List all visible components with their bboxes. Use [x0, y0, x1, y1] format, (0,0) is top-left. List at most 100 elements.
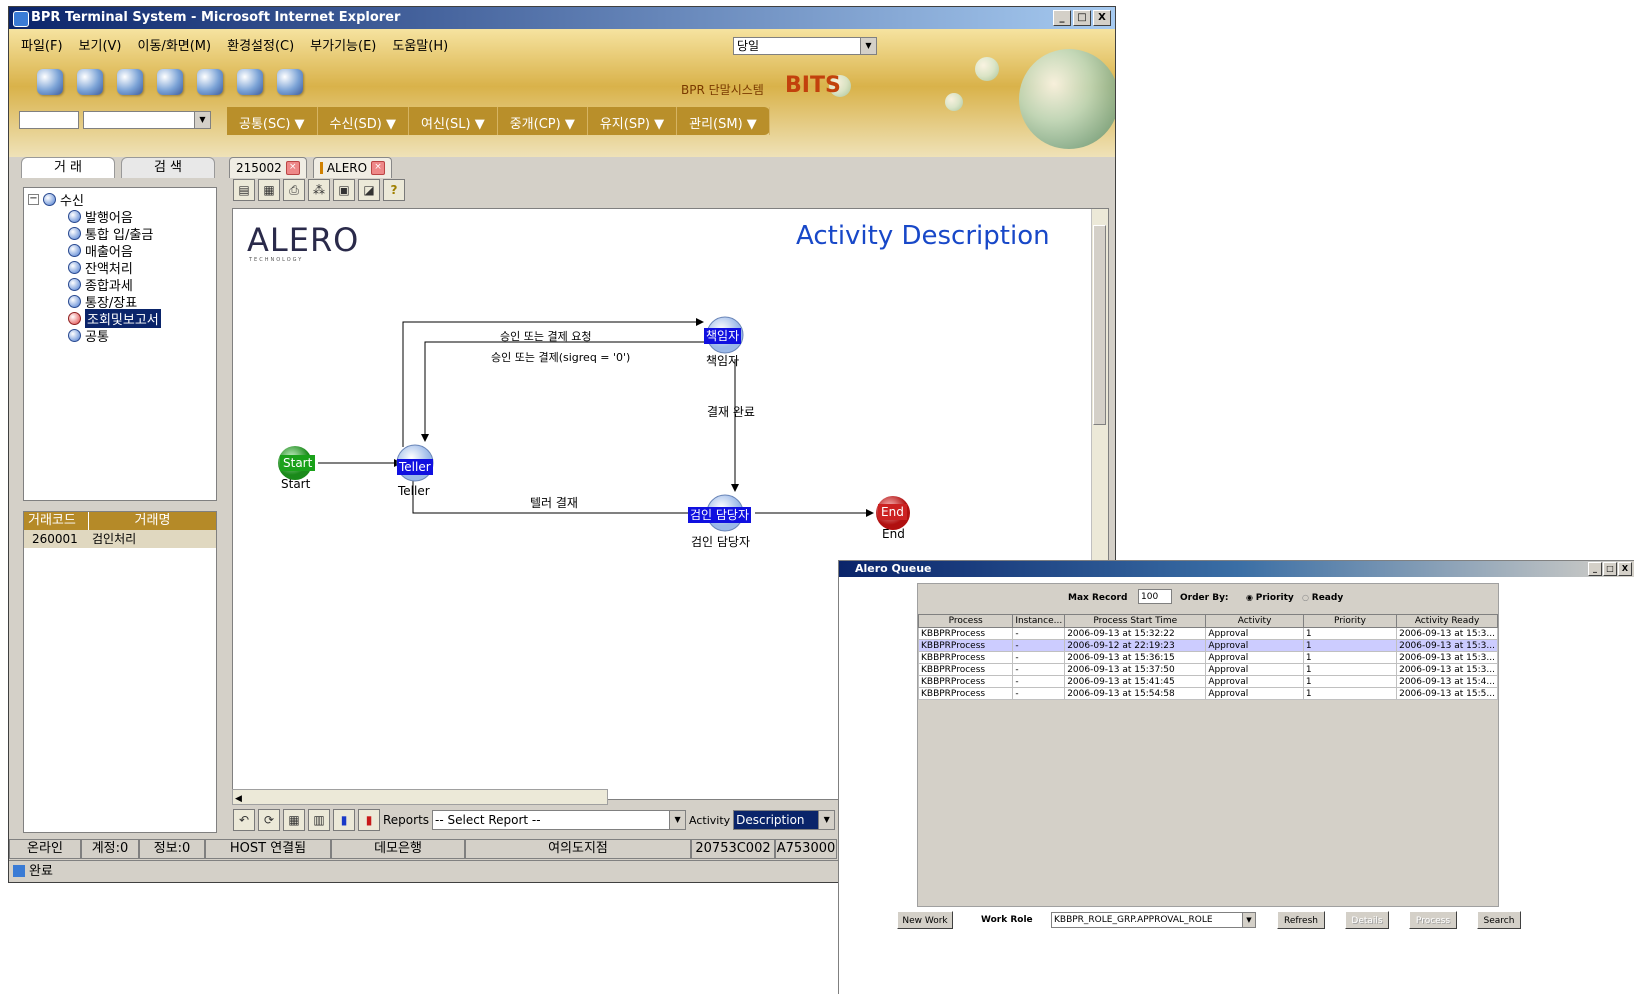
- tab-215002[interactable]: 215002 ×: [229, 157, 307, 178]
- column-header-activity-ready[interactable]: Activity Ready: [1396, 614, 1498, 628]
- tree-item[interactable]: 공통: [68, 326, 109, 345]
- menu-brokerage-cp[interactable]: 중개(CP) ▼: [498, 107, 588, 135]
- close-icon[interactable]: ×: [285, 161, 300, 175]
- menu-maintenance-sp[interactable]: 유지(SP) ▼: [588, 107, 678, 135]
- menu-admin-sm[interactable]: 관리(SM) ▼: [677, 107, 770, 135]
- table-row[interactable]: KBBPRProcess -2006-09-12 at 22:19:23 Appro…: [917, 639, 1498, 652]
- minimize-button[interactable]: _: [1053, 10, 1071, 26]
- queue-minimize-button[interactable]: _: [1588, 562, 1602, 576]
- new-work-button[interactable]: New Work: [897, 911, 953, 929]
- menu-deposit-sd[interactable]: 수신(SD) ▼: [318, 107, 409, 135]
- code-select[interactable]: ▼: [83, 111, 211, 129]
- table-cell: -: [1012, 639, 1066, 652]
- menu-navigate[interactable]: 이동/화면(M): [138, 35, 212, 54]
- menu-extras[interactable]: 부가기능(E): [310, 35, 376, 54]
- report-select[interactable]: -- Select Report -- ▼: [432, 810, 687, 830]
- code-cell: 260001: [32, 532, 78, 546]
- column-header-activity[interactable]: Activity: [1205, 614, 1304, 628]
- tree-item-label: 공통: [85, 330, 109, 345]
- details-button[interactable]: Details: [1345, 911, 1389, 929]
- tab-search[interactable]: 검 색: [121, 157, 215, 178]
- period-select[interactable]: 당일 ▼: [733, 37, 877, 55]
- table-cell: Approval: [1205, 687, 1304, 700]
- refresh-icon[interactable]: ⟳: [258, 809, 280, 831]
- reports-label: Reports: [383, 813, 430, 827]
- inspector-label: 검인 담당자: [691, 535, 751, 549]
- work-role-select[interactable]: KBBPR_ROLE_GRP.APPROVAL_ROLE ▼: [1051, 912, 1256, 928]
- menu-loan-sl[interactable]: 여신(SL) ▼: [409, 107, 498, 135]
- diagram-title: Activity Description: [796, 221, 1050, 251]
- max-record-input[interactable]: 100: [1138, 589, 1172, 604]
- table-cell: 2006-09-13 at 15:3...: [1396, 627, 1498, 640]
- users-icon[interactable]: [157, 69, 183, 95]
- column-chart-icon[interactable]: ▮: [333, 809, 355, 831]
- status-online: 온라인: [9, 839, 81, 859]
- queue-close-button[interactable]: X: [1618, 562, 1632, 576]
- tab-alero[interactable]: ALERO ×: [312, 157, 393, 178]
- bubble-decoration: [945, 93, 963, 111]
- table-cell: Approval: [1205, 639, 1304, 652]
- column-header-priority[interactable]: Priority: [1302, 614, 1398, 628]
- export-icon[interactable]: ◪: [358, 179, 380, 201]
- undo-icon[interactable]: ↶: [233, 809, 255, 831]
- network-icon[interactable]: ⁂: [308, 179, 330, 201]
- bar-chart-icon[interactable]: ▥: [308, 809, 330, 831]
- table-row[interactable]: KBBPRProcess -2006-09-13 at 15:32:22 Appro…: [917, 627, 1498, 640]
- end-badge: End: [878, 504, 907, 520]
- menu-settings[interactable]: 환경설정(C): [227, 35, 294, 54]
- save-icon[interactable]: ▣: [333, 179, 355, 201]
- table-row[interactable]: KBBPRProcess -2006-09-13 at 15:54:58 Appro…: [917, 687, 1498, 700]
- table-row[interactable]: KBBPRProcess -2006-09-13 at 15:36:15 Appro…: [917, 651, 1498, 664]
- menu-common-sc[interactable]: 공통(SC) ▼: [227, 107, 318, 135]
- print-icon[interactable]: ⎙: [283, 179, 305, 201]
- edit-icon[interactable]: [117, 69, 143, 95]
- preview-icon[interactable]: ▦: [283, 809, 305, 831]
- queue-maximize-button[interactable]: □: [1603, 562, 1617, 576]
- code-input[interactable]: [19, 111, 79, 129]
- radio-priority[interactable]: ◉ Priority: [1246, 593, 1294, 603]
- process-button[interactable]: Process: [1409, 911, 1457, 929]
- user-check-icon[interactable]: [277, 69, 303, 95]
- scroll-left-icon[interactable]: ◀: [233, 794, 242, 804]
- table-row[interactable]: KBBPRProcess -2006-09-13 at 15:41:45 Appro…: [917, 675, 1498, 688]
- column-header-instance[interactable]: Instance...: [1012, 614, 1066, 628]
- chart-red-icon[interactable]: ▮: [358, 809, 380, 831]
- menu-file[interactable]: 파일(F): [21, 35, 63, 54]
- main-title-bar[interactable]: BPR Terminal System - Microsoft Internet…: [9, 7, 1115, 29]
- refresh-button[interactable]: Refresh: [1277, 911, 1325, 929]
- tab-transaction[interactable]: 거 래: [21, 157, 115, 178]
- transfer-icon[interactable]: [197, 69, 223, 95]
- maximize-button[interactable]: □: [1073, 10, 1091, 26]
- book-icon[interactable]: [77, 69, 103, 95]
- open-folder-icon[interactable]: ▤: [233, 179, 255, 201]
- column-header-code[interactable]: 거래코드: [24, 512, 89, 530]
- folder-icon: [43, 193, 56, 206]
- work-role-value: KBBPR_ROLE_GRP.APPROVAL_ROLE: [1054, 915, 1213, 925]
- close-button[interactable]: X: [1093, 10, 1111, 26]
- activity-select[interactable]: Description ▼: [733, 810, 836, 830]
- column-header-name[interactable]: 거래명: [89, 512, 216, 530]
- status-user: A753000: [775, 839, 837, 859]
- diamond-icon[interactable]: [37, 69, 63, 95]
- table-row[interactable]: 260001 검인처리: [24, 530, 216, 548]
- node-icon: [68, 210, 81, 223]
- search-button[interactable]: Search: [1477, 911, 1521, 929]
- column-header-process[interactable]: Process: [917, 614, 1014, 628]
- node-icon: [68, 295, 81, 308]
- tab-label: 215002: [236, 161, 282, 175]
- queue-title-bar[interactable]: Alero Queue _ □ X: [839, 561, 1634, 577]
- preview-icon[interactable]: ▦: [258, 179, 280, 201]
- radio-ready[interactable]: ○ Ready: [1302, 593, 1343, 603]
- menu-help[interactable]: 도움말(H): [392, 35, 448, 54]
- column-header-start-time[interactable]: Process Start Time: [1064, 614, 1207, 628]
- print-icon[interactable]: [237, 69, 263, 95]
- chevron-down-icon: ▼: [1242, 913, 1255, 927]
- help-icon[interactable]: ?: [383, 179, 405, 201]
- horizontal-scrollbar[interactable]: ◀: [232, 789, 608, 805]
- scroll-thumb[interactable]: [1093, 225, 1106, 425]
- close-icon[interactable]: ×: [371, 161, 386, 175]
- table-row[interactable]: KBBPRProcess -2006-09-13 at 15:37:50 Appro…: [917, 663, 1498, 676]
- collapse-icon[interactable]: −: [28, 194, 39, 205]
- menu-view[interactable]: 보기(V): [79, 35, 122, 54]
- status-account: 계정:0: [81, 839, 139, 859]
